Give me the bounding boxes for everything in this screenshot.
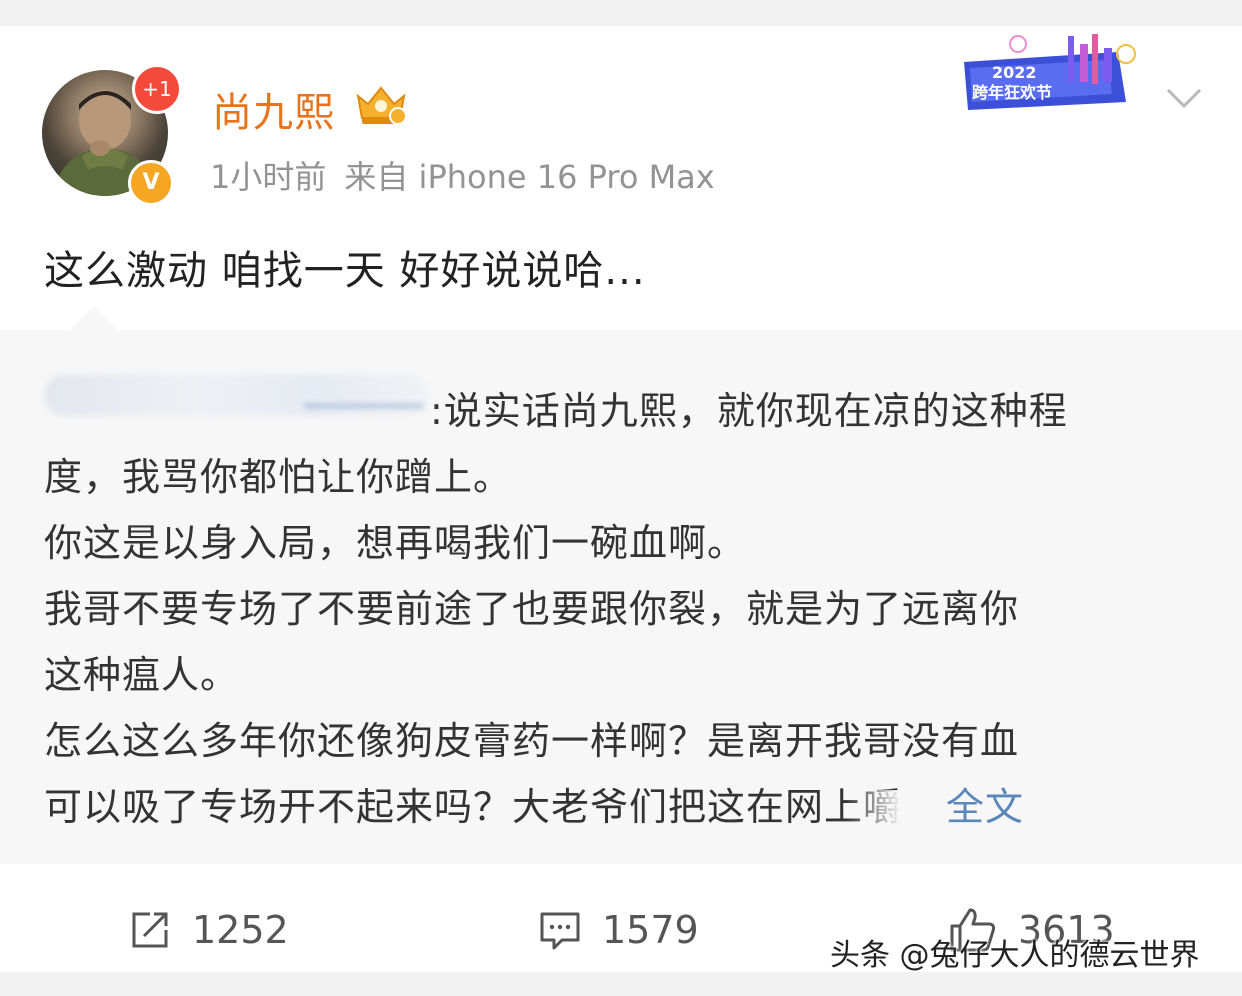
quoted-post[interactable]: :说实话尚九熙，就你现在凉的这种程 度，我骂你都怕让你蹭上。 你这是以身入局，想…: [0, 306, 1242, 864]
fulltext-link[interactable]: 全文: [946, 785, 1024, 829]
quoted-line: 怎么这么多年你还像狗皮膏药一样啊？是离开我哥没有血: [44, 719, 1020, 763]
watermark: 头条 @兔仔大人的德云世界: [830, 938, 1200, 973]
verified-badge: V: [128, 160, 174, 206]
quoted-line-last: 可以吸了专场开不起来吗？大老爷们把这在网上嚼 全文: [44, 774, 1174, 840]
chevron-down-icon[interactable]: [1166, 86, 1202, 114]
quoted-text: :说实话尚九熙，就你现在凉的这种程 度，我骂你都怕让你蹭上。 你这是以身入局，想…: [44, 378, 1174, 840]
banner-year: 2022: [992, 63, 1037, 82]
comment-icon: [540, 912, 580, 950]
post-card: +1 V 尚九熙 1小时前 来自 iPhone 16 Pro Max 2022 跨…: [0, 26, 1242, 972]
post-meta: 1小时前 来自 iPhone 16 Pro Max: [210, 152, 715, 198]
crown-icon: [354, 82, 408, 130]
post-source: 来自 iPhone 16 Pro Max: [344, 158, 715, 196]
repost-button[interactable]: 1252: [128, 888, 289, 972]
quoted-line: 你这是以身入局，想再喝我们一碗血啊。: [44, 521, 747, 565]
comment-count: 1579: [602, 908, 699, 952]
repost-count: 1252: [192, 908, 289, 952]
quoted-line: 我哥不要专场了不要前途了也要跟你裂，就是为了远离你: [44, 587, 1020, 631]
notification-badge: +1: [132, 64, 182, 114]
quoted-line: 可以吸了专场开不起来吗？大老爷们把这在网上嚼: [44, 785, 903, 829]
post-time: 1小时前: [210, 158, 327, 196]
banner-text: 跨年狂欢节: [972, 83, 1052, 102]
repost-icon: [132, 912, 168, 948]
quote-notch: [70, 306, 118, 330]
username[interactable]: 尚九熙: [212, 80, 335, 138]
new-year-banner[interactable]: 2022 跨年狂欢节: [958, 32, 1148, 126]
post-text: 这么激动 咱找一天 好好说说哈...: [44, 248, 646, 294]
quoted-line: :说实话尚九熙，就你现在凉的这种程: [430, 389, 1068, 433]
quoted-line: 度，我骂你都怕让你蹭上。: [44, 455, 513, 499]
quoted-line: 这种瘟人。: [44, 653, 240, 697]
comment-button[interactable]: 1579: [538, 888, 699, 972]
